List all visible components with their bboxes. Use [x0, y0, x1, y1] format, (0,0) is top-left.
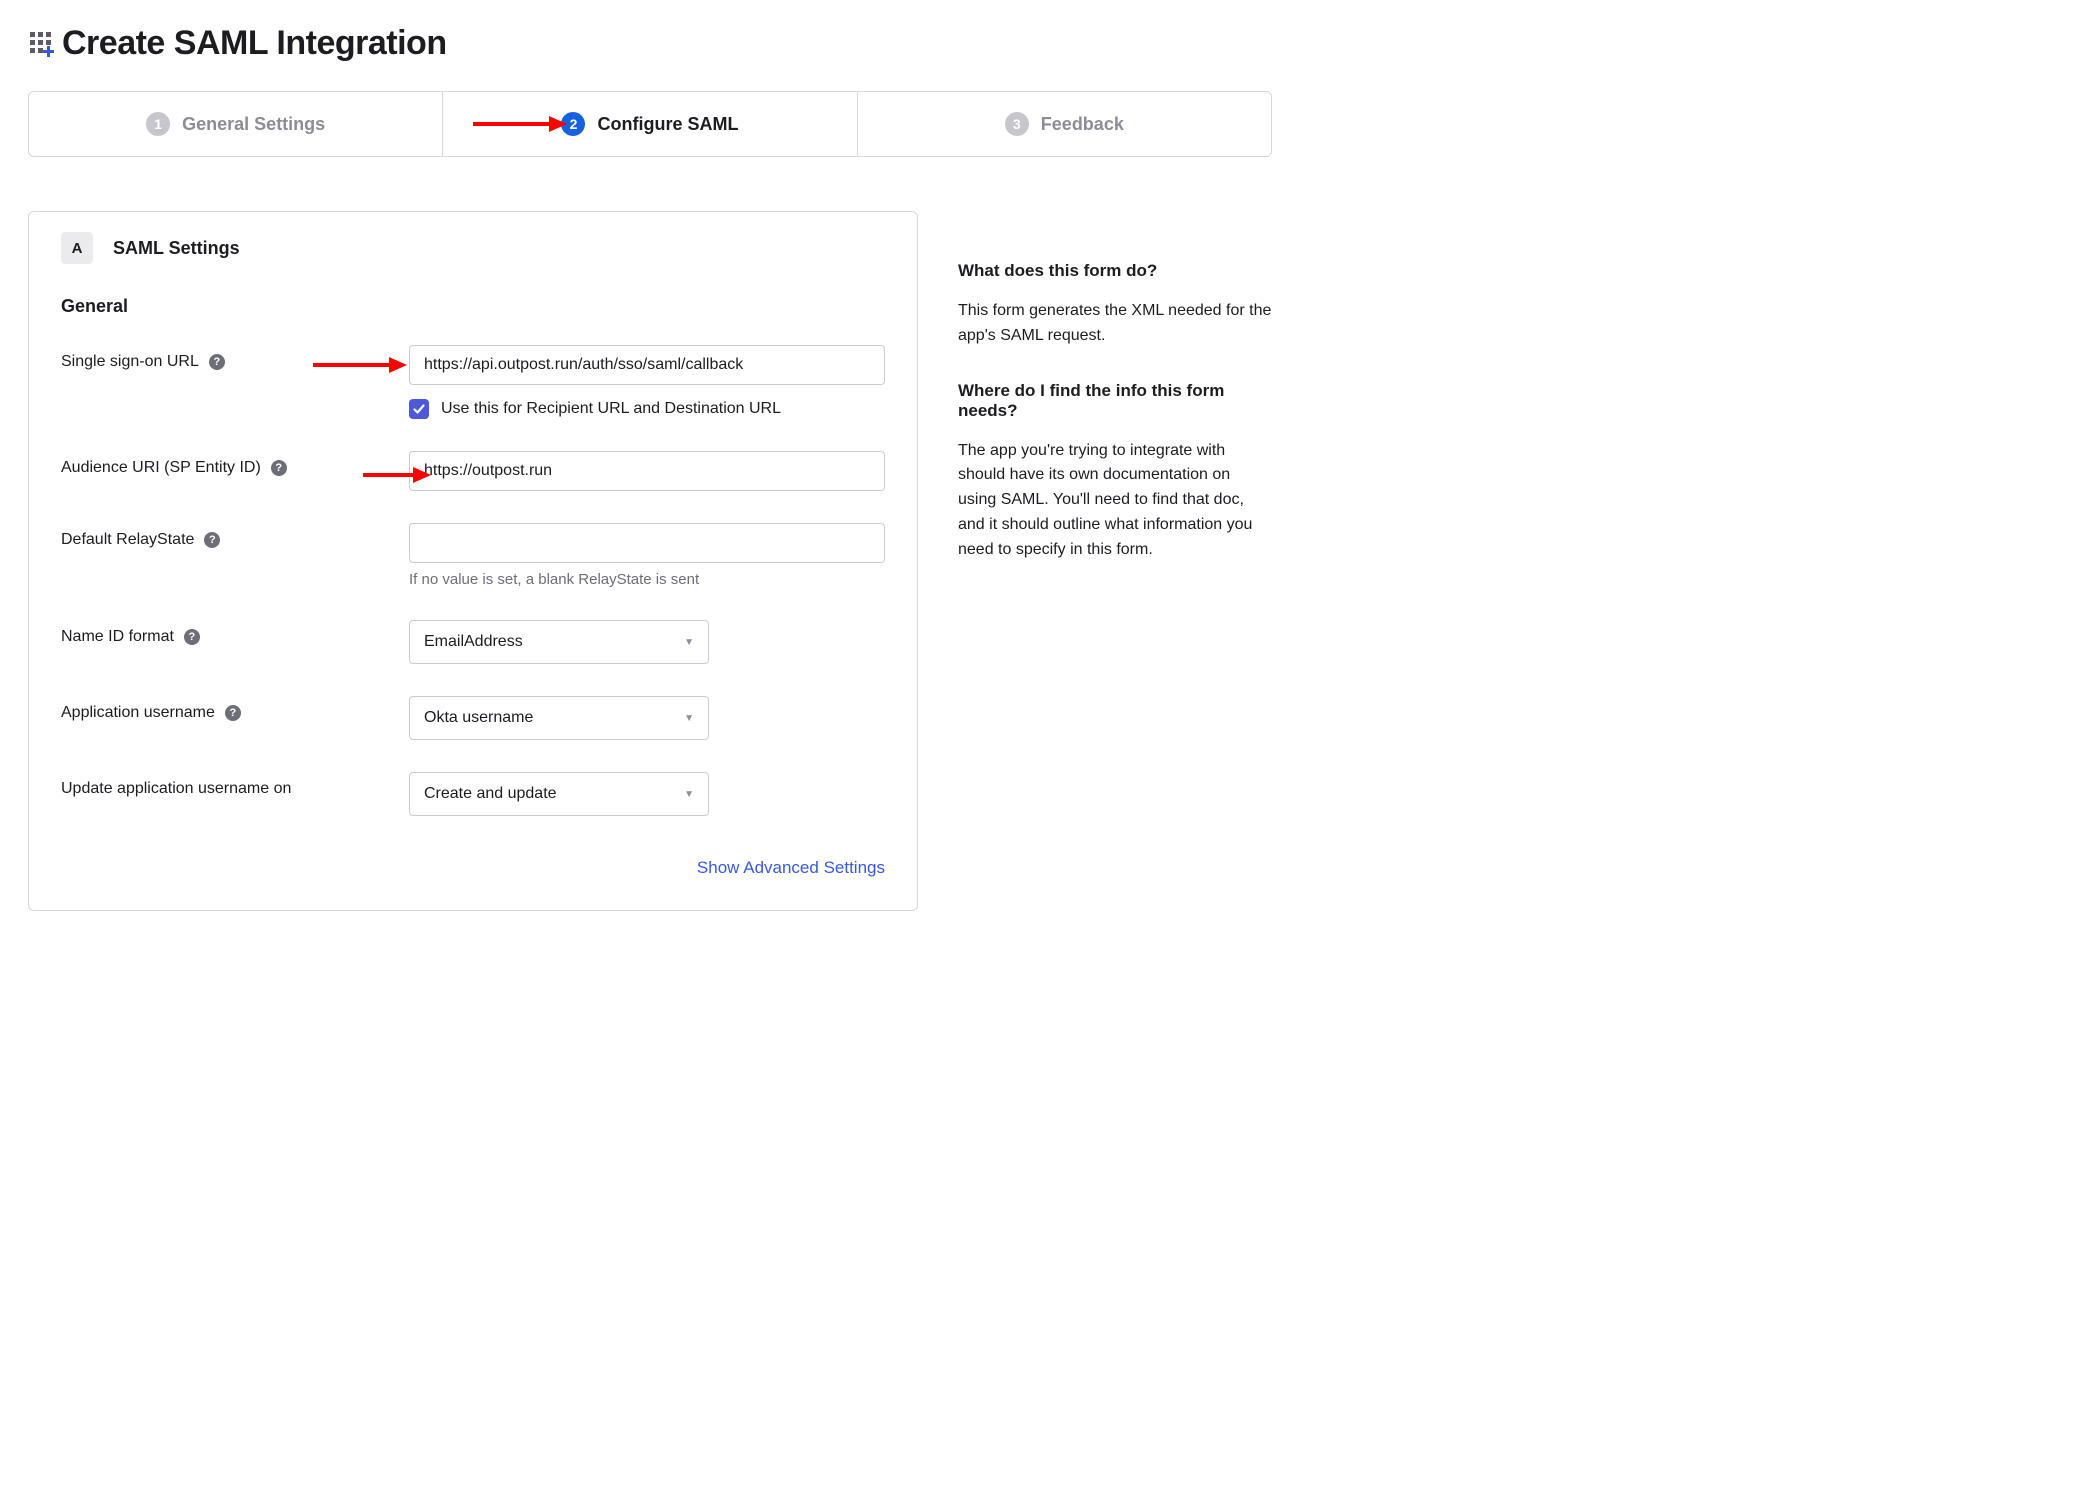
- chevron-down-icon: ▼: [684, 713, 694, 724]
- select-value: EmailAddress: [424, 633, 523, 651]
- step-label: Feedback: [1041, 114, 1124, 135]
- audience-uri-input[interactable]: [409, 451, 885, 491]
- step-number: 3: [1005, 112, 1029, 136]
- sidebar-q1-title: What does this form do?: [958, 261, 1272, 281]
- checkbox-label: Use this for Recipient URL and Destinati…: [441, 400, 781, 418]
- apps-grid-icon: [28, 30, 56, 58]
- select-value: Create and update: [424, 785, 557, 803]
- chevron-down-icon: ▼: [684, 637, 694, 648]
- section-badge: A: [61, 232, 93, 264]
- wizard-step-configure-saml[interactable]: 2 Configure SAML: [443, 92, 857, 156]
- step-number: 2: [561, 112, 585, 136]
- update-on-select[interactable]: Create and update ▼: [409, 772, 709, 816]
- sidebar-q1-body: This form generates the XML needed for t…: [958, 299, 1272, 349]
- help-icon[interactable]: ?: [204, 532, 220, 548]
- wizard-step-general-settings[interactable]: 1 General Settings: [29, 92, 443, 156]
- page-header: Create SAML Integration: [28, 24, 1272, 63]
- nameid-select[interactable]: EmailAddress ▼: [409, 620, 709, 664]
- annotation-arrow-icon: [471, 114, 567, 134]
- row-relaystate: Default RelayState ? If no value is set,…: [61, 523, 885, 588]
- wizard-steps: 1 General Settings 2 Configure SAML 3 Fe…: [28, 91, 1272, 157]
- help-sidebar: What does this form do? This form genera…: [958, 211, 1272, 595]
- field-label: Update application username on: [61, 780, 291, 798]
- step-label: General Settings: [182, 114, 325, 135]
- row-sso-url: Single sign-on URL ? Use this for Recipi…: [61, 345, 885, 419]
- help-icon[interactable]: ?: [225, 705, 241, 721]
- app-username-select[interactable]: Okta username ▼: [409, 696, 709, 740]
- field-label: Audience URI (SP Entity ID): [61, 459, 261, 477]
- field-label: Default RelayState: [61, 531, 194, 549]
- row-nameid: Name ID format ? EmailAddress ▼: [61, 620, 885, 664]
- subsection-title: General: [61, 296, 885, 317]
- select-value: Okta username: [424, 709, 533, 727]
- field-label: Application username: [61, 704, 215, 722]
- step-label: Configure SAML: [597, 114, 738, 135]
- sidebar-q2-body: The app you're trying to integrate with …: [958, 439, 1272, 563]
- relaystate-input[interactable]: [409, 523, 885, 563]
- field-label: Name ID format: [61, 628, 174, 646]
- help-icon[interactable]: ?: [271, 460, 287, 476]
- field-hint: If no value is set, a blank RelayState i…: [409, 571, 885, 588]
- page-title: Create SAML Integration: [62, 24, 447, 63]
- section-header: A SAML Settings: [61, 232, 885, 264]
- section-title: SAML Settings: [113, 238, 240, 259]
- show-advanced-link[interactable]: Show Advanced Settings: [697, 858, 885, 878]
- help-icon[interactable]: ?: [184, 629, 200, 645]
- sso-url-input[interactable]: [409, 345, 885, 385]
- chevron-down-icon: ▼: [684, 789, 694, 800]
- row-audience-uri: Audience URI (SP Entity ID) ?: [61, 451, 885, 491]
- step-number: 1: [146, 112, 170, 136]
- wizard-step-feedback[interactable]: 3 Feedback: [858, 92, 1271, 156]
- row-app-username: Application username ? Okta username ▼: [61, 696, 885, 740]
- sidebar-q2-title: Where do I find the info this form needs…: [958, 381, 1272, 421]
- field-label: Single sign-on URL: [61, 353, 199, 371]
- use-for-recipient-checkbox[interactable]: [409, 399, 429, 419]
- row-update-username: Update application username on Create an…: [61, 772, 885, 816]
- help-icon[interactable]: ?: [209, 354, 225, 370]
- saml-settings-card: A SAML Settings General Single sign-on U…: [28, 211, 918, 911]
